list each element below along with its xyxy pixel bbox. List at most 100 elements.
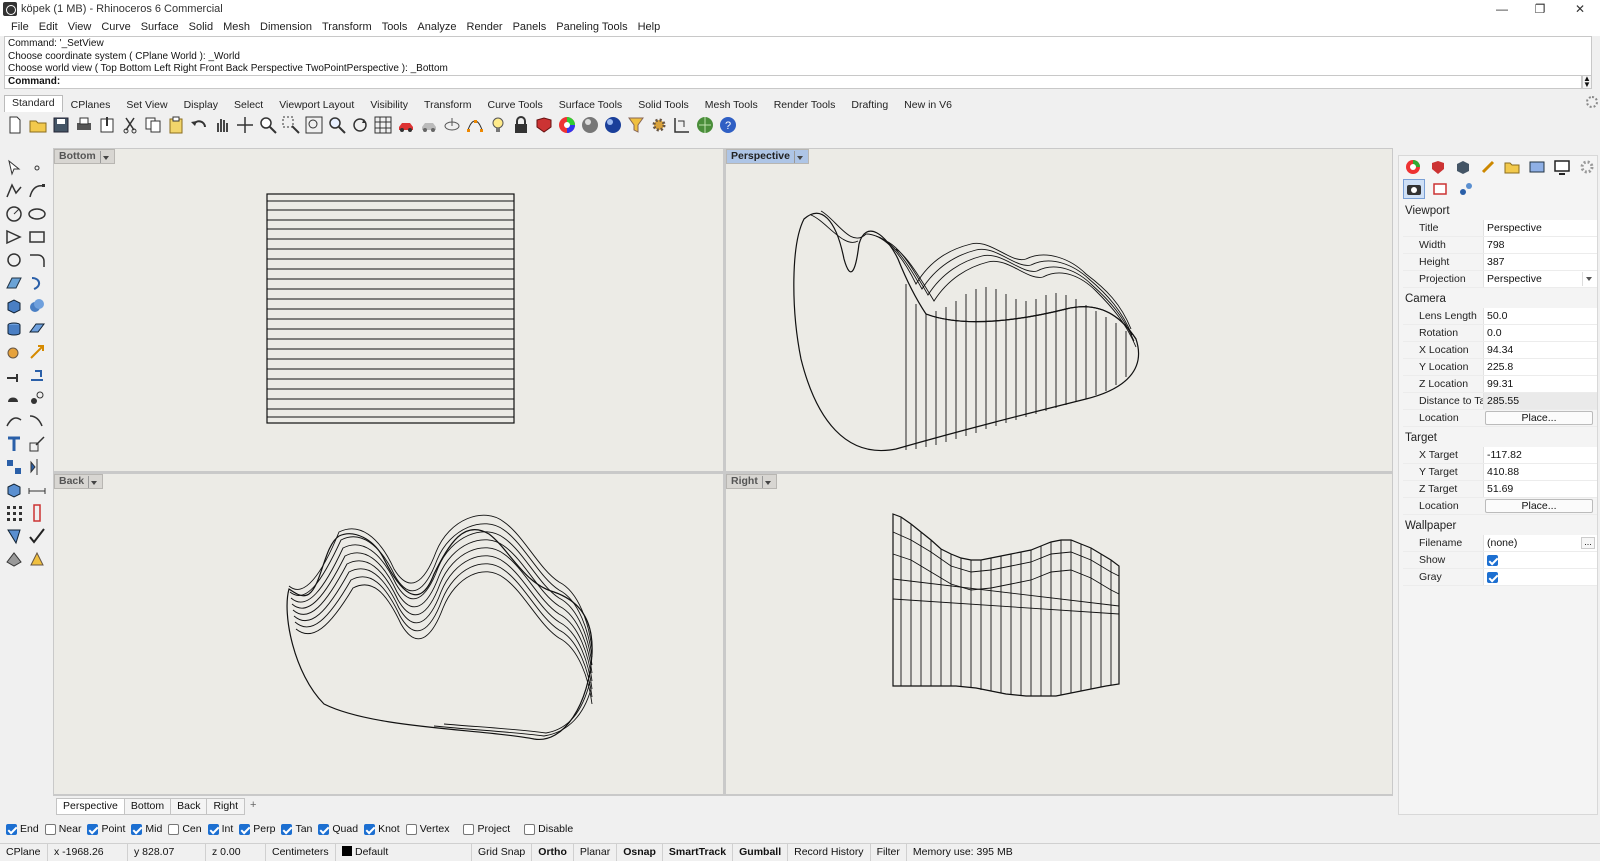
osnap-knot[interactable]: Knot bbox=[364, 823, 400, 835]
menu-paneling-tools[interactable]: Paneling Tools bbox=[551, 21, 632, 33]
polygon-icon[interactable] bbox=[2, 248, 25, 271]
transform-arrow-icon[interactable] bbox=[25, 340, 48, 363]
y-location-field[interactable]: 225.8 bbox=[1483, 359, 1597, 375]
save-icon[interactable] bbox=[50, 114, 72, 136]
zoom-extents-icon[interactable] bbox=[303, 114, 325, 136]
tab-visibility[interactable]: Visibility bbox=[362, 97, 416, 112]
dimension-icon[interactable] bbox=[671, 114, 693, 136]
menu-curve[interactable]: Curve bbox=[96, 21, 135, 33]
scale-icon[interactable] bbox=[25, 432, 48, 455]
analyze-icon[interactable] bbox=[2, 524, 25, 547]
z-target-field[interactable]: 51.69 bbox=[1483, 481, 1597, 497]
osnap-vertex[interactable]: Vertex bbox=[405, 823, 449, 835]
osnap-cen[interactable]: Cen bbox=[168, 823, 202, 835]
chevron-down-icon[interactable] bbox=[88, 475, 98, 488]
tab-curve-tools[interactable]: Curve Tools bbox=[480, 97, 551, 112]
point-icon[interactable] bbox=[25, 156, 48, 179]
history-icon[interactable] bbox=[25, 501, 48, 524]
polyline-icon[interactable] bbox=[2, 179, 25, 202]
osnap-checkbox[interactable] bbox=[168, 823, 180, 835]
osnap-near[interactable]: Near bbox=[44, 823, 81, 835]
projection-select[interactable]: Perspective bbox=[1483, 271, 1597, 287]
osnap-quad[interactable]: Quad bbox=[318, 823, 358, 835]
osnap-perp[interactable]: Perp bbox=[239, 823, 275, 835]
points-on-icon[interactable] bbox=[464, 114, 486, 136]
rotate-object-icon[interactable] bbox=[25, 363, 48, 386]
osnap-checkbox[interactable] bbox=[6, 823, 17, 835]
arc-icon[interactable] bbox=[2, 225, 25, 248]
osnap-checkbox[interactable] bbox=[87, 823, 99, 835]
osnap-checkbox[interactable] bbox=[44, 823, 56, 835]
lens-length-field[interactable]: 50.0 bbox=[1483, 308, 1597, 324]
dimension-tool-icon[interactable] bbox=[25, 478, 48, 501]
osnap-disable[interactable]: Disable bbox=[524, 823, 573, 835]
chevron-down-icon[interactable] bbox=[761, 475, 772, 488]
ortho-toggle[interactable]: Ortho bbox=[532, 843, 574, 861]
osnap-checkbox[interactable] bbox=[131, 823, 143, 835]
object-properties-icon[interactable] bbox=[1455, 179, 1477, 199]
osnap-end[interactable]: End bbox=[6, 823, 39, 835]
osnap-checkbox[interactable] bbox=[524, 823, 536, 835]
osnap-checkbox[interactable] bbox=[463, 823, 475, 835]
status-cplane[interactable]: CPlane bbox=[0, 843, 48, 861]
color-wheel-icon[interactable] bbox=[556, 114, 578, 136]
tab-display[interactable]: Display bbox=[176, 97, 226, 112]
tab-drafting[interactable]: Drafting bbox=[843, 97, 896, 112]
car-render-icon[interactable] bbox=[395, 114, 417, 136]
paste-icon[interactable] bbox=[165, 114, 187, 136]
mirror-icon[interactable] bbox=[25, 455, 48, 478]
circle-icon[interactable] bbox=[2, 202, 25, 225]
render-object-icon[interactable] bbox=[2, 547, 25, 570]
menu-render[interactable]: Render bbox=[462, 21, 508, 33]
shaded-sphere-icon[interactable] bbox=[579, 114, 601, 136]
named-views-tab-icon[interactable] bbox=[1527, 157, 1548, 177]
viewport-title-field[interactable]: Perspective bbox=[1483, 220, 1597, 236]
print-icon[interactable] bbox=[73, 114, 95, 136]
osnap-checkbox[interactable] bbox=[207, 823, 219, 835]
viewport-title-right[interactable]: Right bbox=[726, 474, 777, 489]
viewport-tab-perspective[interactable]: Perspective bbox=[56, 798, 125, 815]
menu-edit[interactable]: Edit bbox=[34, 21, 63, 33]
gumball-toggle[interactable]: Gumball bbox=[733, 843, 789, 861]
cut-icon[interactable] bbox=[119, 114, 141, 136]
menu-view[interactable]: View bbox=[63, 21, 97, 33]
help-icon[interactable]: ? bbox=[717, 114, 739, 136]
cplane-icon[interactable] bbox=[441, 114, 463, 136]
menu-file[interactable]: File bbox=[6, 21, 34, 33]
extrude-surface-icon[interactable] bbox=[25, 317, 48, 340]
x-location-field[interactable]: 94.34 bbox=[1483, 342, 1597, 358]
chevron-down-icon[interactable] bbox=[99, 150, 110, 163]
split-icon[interactable] bbox=[2, 386, 25, 409]
menu-transform[interactable]: Transform bbox=[317, 21, 377, 33]
viewport-frame-icon[interactable] bbox=[1429, 179, 1451, 199]
control-point-curve-icon[interactable] bbox=[25, 179, 48, 202]
light-bulb-icon[interactable] bbox=[487, 114, 509, 136]
tab-select[interactable]: Select bbox=[226, 97, 271, 112]
tab-mesh-tools[interactable]: Mesh Tools bbox=[697, 97, 766, 112]
rotation-field[interactable]: 0.0 bbox=[1483, 325, 1597, 341]
tab-new-in-v6[interactable]: New in V6 bbox=[896, 97, 960, 112]
record-history-toggle[interactable]: Record History bbox=[788, 843, 871, 861]
status-layer[interactable]: Default bbox=[336, 843, 472, 861]
browse-button[interactable]: ... bbox=[1581, 537, 1595, 549]
cylinder-icon[interactable] bbox=[2, 317, 25, 340]
move-object-icon[interactable] bbox=[2, 363, 25, 386]
viewport-bottom[interactable]: Bottom bbox=[54, 149, 723, 471]
viewport-tab-right[interactable]: Right bbox=[206, 798, 245, 815]
menu-help[interactable]: Help bbox=[633, 21, 666, 33]
copy-icon[interactable] bbox=[142, 114, 164, 136]
minimize-button[interactable]: — bbox=[1484, 0, 1520, 18]
osnap-checkbox[interactable] bbox=[405, 823, 417, 835]
command-scroll-arrows[interactable]: ▲ ▼ bbox=[1582, 75, 1592, 89]
panel-settings-gear-icon[interactable] bbox=[1576, 157, 1597, 177]
filter-select-icon[interactable] bbox=[625, 114, 647, 136]
zoom-window-icon[interactable] bbox=[280, 114, 302, 136]
menu-panels[interactable]: Panels bbox=[508, 21, 552, 33]
viewport-height-field[interactable]: 387 bbox=[1483, 254, 1597, 270]
move-arrows-icon[interactable] bbox=[234, 114, 256, 136]
tab-transform[interactable]: Transform bbox=[416, 97, 479, 112]
display-monitor-tab-icon[interactable] bbox=[1552, 157, 1573, 177]
maximize-button[interactable]: ❐ bbox=[1522, 0, 1558, 18]
filter-toggle[interactable]: Filter bbox=[871, 843, 907, 861]
text-icon[interactable] bbox=[2, 432, 25, 455]
